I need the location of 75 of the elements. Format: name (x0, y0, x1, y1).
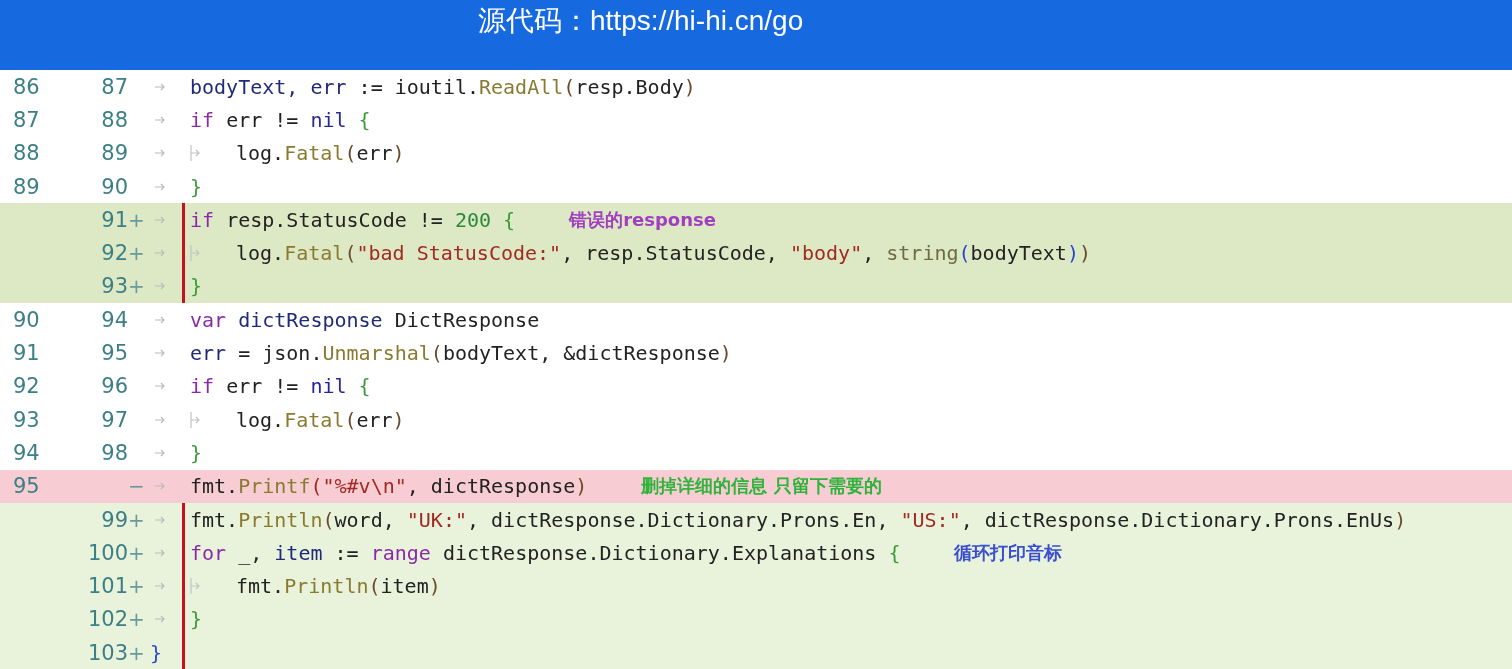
line-number: 89 (12, 174, 41, 199)
tab-arrow-icon (154, 348, 166, 358)
code-line: var dictResponse DictResponse (190, 307, 540, 332)
code-line: err = json.Unmarshal(bodyText, &dictResponse) (190, 341, 732, 365)
tab-arrow-icon (154, 114, 166, 125)
code-line: } (150, 640, 163, 665)
line-number: 92 (101, 241, 128, 266)
code-line: fmt.Println(word, "UK:", dictResponse.Dictionary.Prons.En, "US:", dictResponse.Dictionary.Prons.EnUs) (190, 507, 1407, 532)
tab-arrow-icon (154, 248, 166, 259)
line-number: 96 (101, 374, 128, 399)
diff-marker: + (128, 640, 145, 665)
code-line: bodyText, err := ioutil.ReadAll(resp.Body) (190, 74, 696, 99)
line-number: 90 (101, 174, 128, 199)
annotation-note: 删掉详细的信息 只留下需要的 (641, 474, 882, 499)
tab-arrow-icon (154, 314, 166, 325)
tab-arrow-icon (154, 381, 166, 392)
code-line: if resp.StatusCode != 200 { (190, 207, 516, 232)
tab-arrow-icon (154, 281, 166, 292)
diff-marker: + (128, 507, 145, 532)
code-line: } (190, 440, 203, 465)
diff-marker: − (128, 474, 145, 499)
line-number: 101 (87, 574, 128, 599)
line-number: 97 (101, 407, 128, 432)
line-number: 88 (101, 107, 128, 132)
line-number: 89 (101, 141, 128, 166)
code-line: if err != nil { (190, 107, 371, 132)
diff-marker: + (128, 207, 145, 232)
code-line: log.Fatal(err) (236, 407, 405, 432)
line-number: 99 (101, 507, 128, 532)
code-line: fmt.Printf("%#v\n", dictResponse) (190, 474, 588, 499)
diff-marker: + (128, 241, 145, 266)
code-line: fmt.Println(item) (236, 574, 441, 599)
line-number: 94 (12, 440, 41, 465)
diff-marker: + (128, 574, 145, 599)
tab-arrow-icon (154, 81, 166, 92)
line-number: 90 (12, 307, 41, 332)
line-number: 91 (101, 207, 128, 232)
diff-marker: + (128, 607, 145, 632)
tab-arrow-icon (154, 547, 166, 558)
tab-arrow-icon (154, 414, 166, 425)
line-number: 93 (12, 407, 41, 432)
line-number: 93 (101, 274, 128, 299)
line-number: 98 (101, 440, 128, 465)
tab-arrow-icon (154, 581, 166, 592)
code-line: if err != nil { (190, 374, 371, 399)
tab-arrow-icon (154, 447, 166, 458)
tab-arrow-icon (154, 214, 166, 225)
diff-marker: + (128, 540, 145, 565)
diff-marker: + (128, 274, 145, 299)
line-number: 91 (12, 341, 41, 365)
line-number: 95 (101, 341, 128, 365)
line-number: 100 (87, 540, 128, 565)
code-line: for _, item := range dictResponse.Dictionary.Explanations { (190, 540, 901, 565)
tab-arrow-icon (154, 181, 166, 192)
line-number: 103 (87, 640, 128, 665)
line-number: 94 (101, 307, 128, 332)
line-number: 87 (101, 74, 128, 99)
annotation-note: 错误的response (569, 207, 716, 232)
line-number: 87 (12, 107, 41, 132)
banner-title: 源代码：https://hi-hi.cn/go (478, 4, 804, 38)
code-line: } (190, 174, 203, 199)
line-number: 92 (12, 374, 41, 399)
tab-arrow-icon (154, 614, 166, 625)
tab-arrow-icon (154, 481, 166, 492)
line-number: 102 (87, 607, 128, 632)
code-line: } (190, 274, 203, 299)
annotation-note: 循环打印音标 (954, 540, 1063, 565)
code-line: log.Fatal("bad StatusCode:", resp.StatusCode, "body", string(bodyText)) (236, 241, 1091, 266)
line-number: 95 (12, 474, 41, 499)
line-number: 86 (12, 74, 41, 99)
tab-arrow-icon (154, 148, 166, 159)
line-number: 88 (12, 141, 41, 166)
code-line: } (190, 607, 203, 632)
tab-arrow-icon (154, 514, 166, 525)
code-line: log.Fatal(err) (236, 141, 405, 166)
